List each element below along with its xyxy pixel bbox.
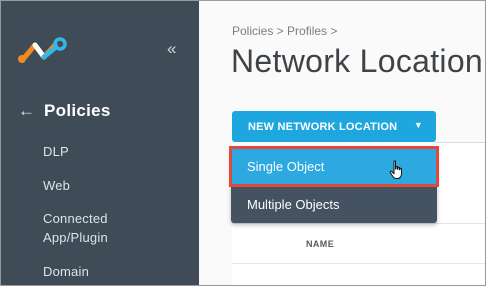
column-header-name[interactable]: NAME — [306, 239, 334, 249]
back-arrow-icon: ← — [18, 101, 35, 120]
divider — [435, 142, 485, 143]
sidebar-item-web[interactable]: Web — [43, 176, 70, 195]
sidebar-item-connected-app-plugin[interactable]: Connected App/Plugin — [43, 209, 133, 247]
divider — [232, 263, 485, 264]
new-location-dropdown: Single Object Multiple Objects — [229, 146, 439, 223]
app-window: « ← Policies DLP Web Connected App/Plugi… — [0, 0, 486, 286]
sidebar: « ← Policies DLP Web Connected App/Plugi… — [1, 1, 199, 285]
hand-pointer-icon — [389, 160, 402, 179]
logo-icon — [18, 37, 67, 63]
page-title: Network Location — [231, 43, 484, 79]
sidebar-item-domain[interactable]: Domain — [43, 262, 89, 281]
caret-down-icon: ▼ — [413, 120, 423, 130]
new-button-label: NEW NETWORK LOCATION — [248, 120, 398, 133]
option-single-object[interactable]: Single Object — [229, 146, 439, 187]
back-to-policies[interactable]: ← Policies — [18, 100, 111, 122]
option-label: Multiple Objects — [247, 196, 340, 212]
option-label: Single Object — [247, 159, 325, 174]
sidebar-item-dlp[interactable]: DLP — [43, 142, 69, 161]
option-multiple-objects[interactable]: Multiple Objects — [231, 185, 437, 223]
breadcrumb[interactable]: Policies > Profiles > — [232, 24, 337, 38]
main-content: Policies > Profiles > Network Location N… — [199, 1, 485, 285]
sidebar-section-title: Policies — [44, 101, 111, 120]
collapse-sidebar-icon[interactable]: « — [167, 39, 176, 59]
new-network-location-button[interactable]: NEW NETWORK LOCATION ▼ — [232, 111, 436, 142]
locations-table: NAME — [232, 223, 485, 285]
